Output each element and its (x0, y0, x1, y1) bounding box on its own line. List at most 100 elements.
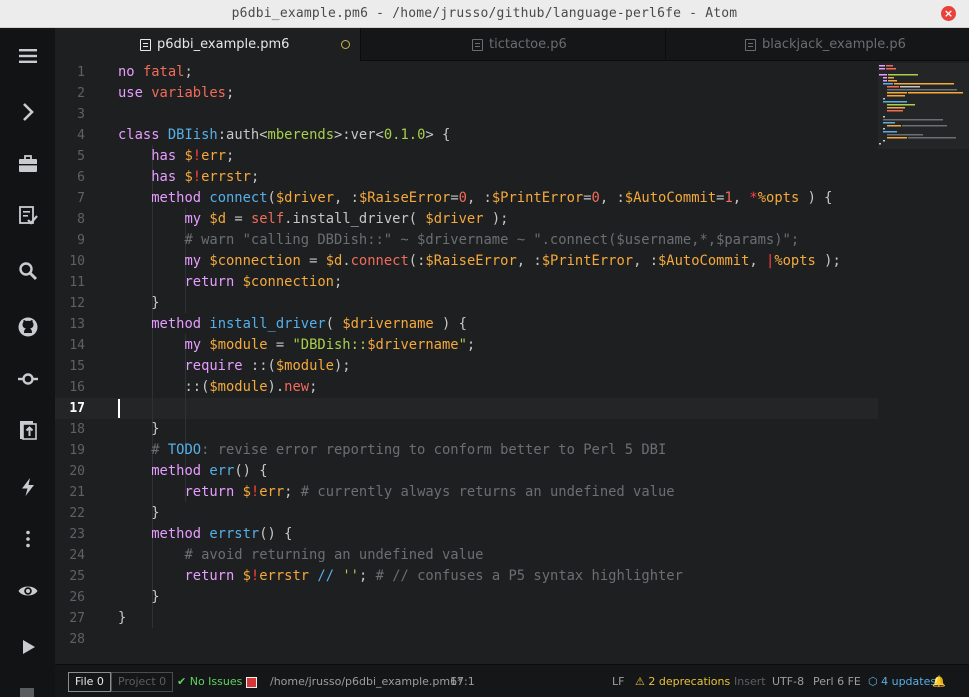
line-number[interactable]: 2 (77, 83, 85, 104)
code-line[interactable]: } (118, 587, 159, 608)
code-token: DBIish (167, 127, 218, 143)
code-line[interactable]: has $!err; (118, 146, 234, 167)
line-number[interactable]: 7 (77, 188, 85, 209)
line-ending[interactable]: LF (612, 675, 624, 688)
line-number[interactable]: 16 (69, 377, 85, 398)
line-number[interactable]: 3 (77, 104, 85, 125)
line-number[interactable]: 28 (69, 629, 85, 650)
run-command-button[interactable] (0, 467, 55, 507)
code-token: my (184, 253, 202, 269)
code-line[interactable]: has $!errstr; (118, 167, 259, 188)
deprecation-cop[interactable]: ⚠ 2 deprecations (635, 675, 730, 688)
linter-project-button[interactable]: Project 0 (111, 672, 174, 692)
code-token: $driver (275, 190, 335, 206)
code-line[interactable]: return $connection; (118, 272, 342, 293)
code-line[interactable]: } (118, 293, 159, 314)
line-number[interactable]: 23 (69, 524, 85, 545)
code-line[interactable]: } (118, 419, 159, 440)
line-number[interactable]: 24 (69, 545, 85, 566)
git-button[interactable] (0, 359, 55, 399)
code-line[interactable]: return $!errstr // ''; # // confuses a P… (118, 566, 682, 587)
notifications-icon[interactable]: 🔔 (932, 675, 946, 688)
line-number[interactable]: 15 (69, 356, 85, 377)
tab-p6dbi-example[interactable]: p6dbi_example.pm6 (55, 28, 360, 61)
menu-button[interactable] (0, 36, 55, 76)
modified-indicator-icon[interactable] (341, 40, 350, 49)
line-number[interactable]: 12 (69, 293, 85, 314)
code-line[interactable]: return $!err; # currently always returns… (118, 482, 674, 503)
tab-blackjack-example[interactable]: blackjack_example.p6 (665, 28, 969, 61)
code-line[interactable]: my $d = self.install_driver( $driver ); (118, 209, 508, 230)
line-number[interactable]: 5 (77, 146, 85, 167)
line-number[interactable]: 14 (69, 335, 85, 356)
code-line[interactable]: } (118, 608, 126, 629)
code-line[interactable]: method install_driver( $drivername ) { (118, 314, 467, 335)
github-button[interactable] (0, 307, 55, 347)
linter-status[interactable]: ✔ No Issues (177, 675, 242, 688)
line-number[interactable]: 10 (69, 251, 85, 272)
code-token: variables (151, 85, 226, 101)
line-number[interactable]: 20 (69, 461, 85, 482)
code-line[interactable]: use variables; (118, 83, 234, 104)
projects-button[interactable] (0, 144, 55, 184)
line-number[interactable]: 22 (69, 503, 85, 524)
line-number[interactable]: 4 (77, 125, 85, 146)
text-editor[interactable]: 1 2 3 4 5 6 7 8 9 10 11 12 13 14 15 16 17 18 19 20 21 22 23 24 2… (55, 61, 969, 664)
remote-sync-button[interactable] (0, 410, 55, 450)
line-number[interactable]: 13 (69, 314, 85, 335)
find-button[interactable] (0, 251, 55, 291)
code-token: , : (633, 253, 658, 269)
upload-icon (19, 421, 37, 440)
code-line[interactable]: method err() { (118, 461, 267, 482)
tab-tictactoe[interactable]: tictactoe.p6 (360, 28, 665, 61)
code-line[interactable]: no fatal; (118, 62, 193, 83)
code-line[interactable]: method connect($driver, :$RaiseError=0, … (118, 188, 832, 209)
code-line[interactable]: my $module = "DBDish::$drivername"; (118, 335, 475, 356)
run-button[interactable] (0, 627, 55, 667)
code-token: # avoid returning an undefined value (184, 547, 484, 563)
code-token: errstr (209, 526, 260, 542)
code-line[interactable]: } (118, 503, 159, 524)
toggle-tree-button[interactable] (0, 92, 55, 132)
line-number[interactable]: 19 (69, 440, 85, 461)
line-number[interactable]: 21 (69, 482, 85, 503)
line-number[interactable]: 25 (69, 566, 85, 587)
line-number[interactable]: 27 (69, 608, 85, 629)
tasks-button[interactable] (0, 195, 55, 235)
line-number[interactable]: 1 (77, 62, 85, 83)
code-line[interactable]: # warn "calling DBDish::" ~ $drivername … (118, 230, 799, 251)
linter-file-button[interactable]: File 0 (68, 672, 111, 692)
preview-button[interactable] (0, 571, 55, 611)
linter-error-icon[interactable] (246, 677, 257, 688)
grammar[interactable]: Perl 6 FE (813, 675, 861, 688)
close-window-button[interactable]: × (941, 6, 956, 21)
minimap[interactable] (878, 63, 969, 149)
code-token: $ (242, 568, 251, 584)
code-token: $driver (425, 211, 484, 227)
encoding[interactable]: UTF-8 (772, 675, 804, 688)
more-button[interactable] (0, 519, 55, 559)
line-number[interactable]: 9 (77, 230, 85, 251)
line-number-gutter[interactable]: 1 2 3 4 5 6 7 8 9 10 11 12 13 14 15 16 17 18 19 20 21 22 23 24 2… (55, 61, 98, 664)
file-path[interactable]: /home/jrusso/p6dbi_example.pm6* (270, 675, 463, 688)
code-line[interactable]: # TODO: revise error reporting to confor… (118, 440, 666, 461)
line-number[interactable]: 8 (77, 209, 85, 230)
code-token: ); (815, 253, 841, 269)
code-line[interactable]: require ::($module); (118, 356, 350, 377)
line-number[interactable]: 26 (69, 587, 85, 608)
code-line[interactable]: method errstr() { (118, 524, 292, 545)
line-number[interactable]: 18 (69, 419, 85, 440)
code-line[interactable]: class DBIish:auth<mberends>:ver<0.1.0> { (118, 125, 450, 146)
line-number[interactable]: 6 (77, 167, 85, 188)
line-number[interactable]: 17 (69, 398, 85, 419)
code-line[interactable]: ::($module).new; (118, 377, 317, 398)
cursor-position[interactable]: 17:1 (450, 675, 475, 688)
code-line[interactable]: # avoid returning an undefined value (118, 545, 484, 566)
code-token: install_driver( (292, 211, 426, 227)
line-number[interactable]: 11 (69, 272, 85, 293)
package-updates[interactable]: ⬡ 4 updates (868, 675, 936, 688)
code-line[interactable]: my $connection = $d.connect(:$RaiseError… (118, 251, 841, 272)
